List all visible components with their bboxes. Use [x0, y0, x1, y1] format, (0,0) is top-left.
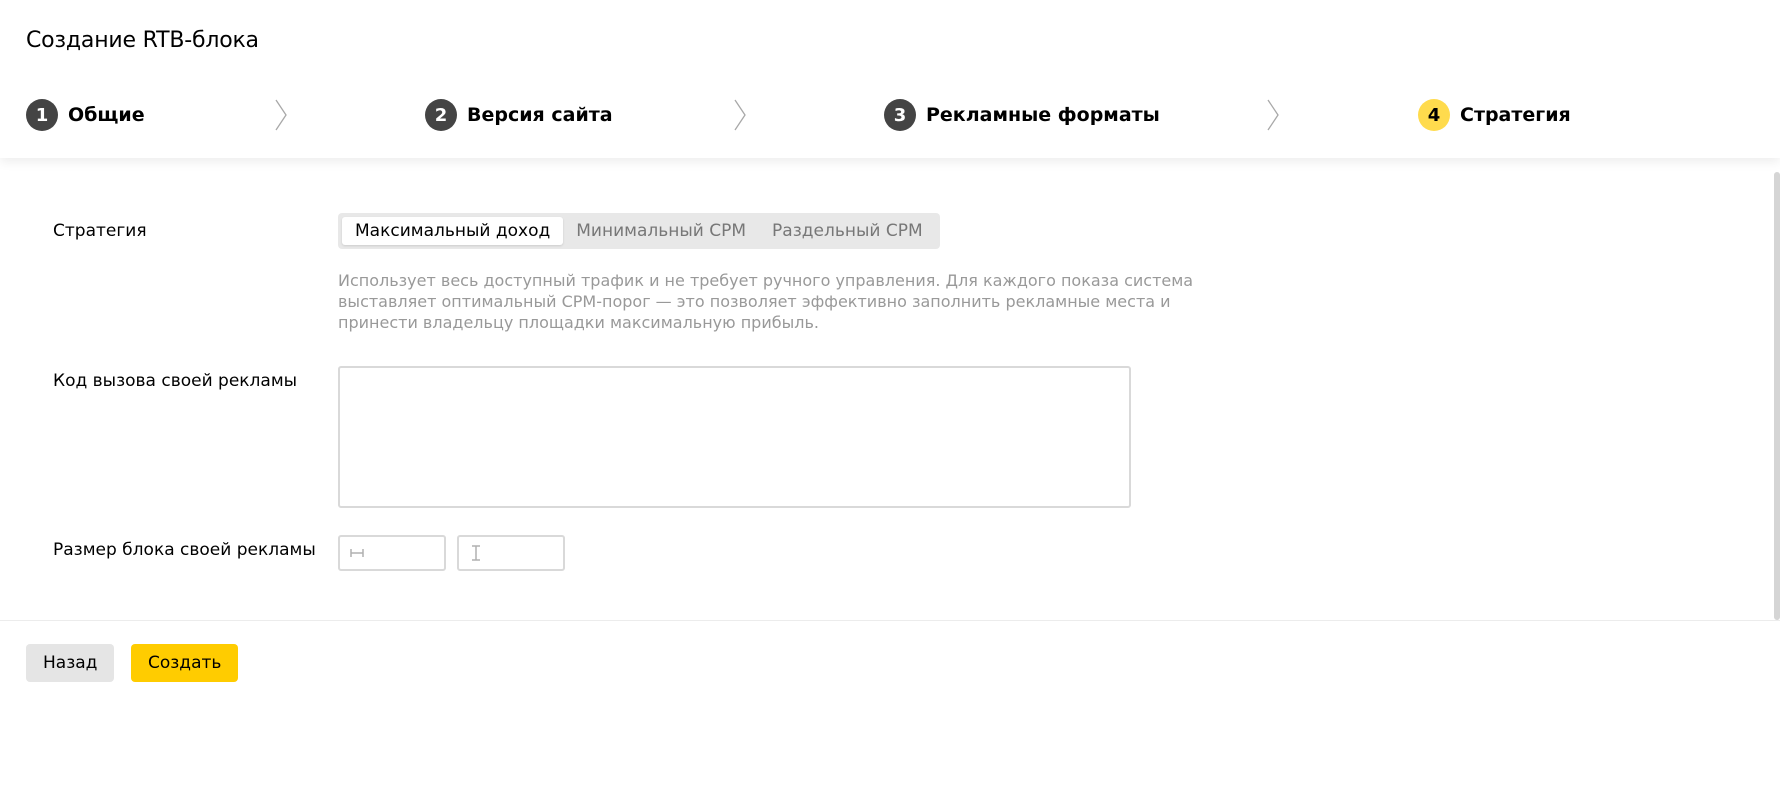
back-button[interactable]: Назад	[26, 644, 115, 682]
chevron-right-icon	[734, 99, 746, 131]
strategy-description: Использует весь доступный трафик и не тр…	[338, 271, 1194, 332]
step-label: Рекламные форматы	[926, 104, 1160, 126]
step-strategy[interactable]: 4 Стратегия	[1418, 99, 1571, 131]
scrollbar[interactable]	[1774, 172, 1780, 620]
step-label: Стратегия	[1460, 104, 1571, 126]
strategy-option-separate-cpm[interactable]: Раздельный CPM	[759, 217, 936, 245]
page-title: Создание RTB-блока	[26, 28, 259, 53]
ad-height-field[interactable]	[457, 535, 565, 571]
ad-width-input[interactable]	[370, 537, 444, 571]
step-general[interactable]: 1 Общие	[26, 99, 145, 131]
ad-code-textarea[interactable]	[338, 366, 1131, 508]
footer-divider	[0, 620, 1780, 621]
strategy-option-max-revenue[interactable]: Максимальный доход	[342, 217, 564, 245]
ad-size-label: Размер блока своей рекламы	[53, 540, 316, 560]
chevron-right-icon	[1267, 99, 1279, 131]
strategy-label: Стратегия	[53, 221, 147, 241]
ad-height-input[interactable]	[489, 537, 563, 571]
step-number: 4	[1418, 99, 1450, 131]
strategy-option-min-cpm[interactable]: Минимальный CPM	[563, 217, 759, 245]
ad-width-field[interactable]	[338, 535, 446, 571]
strategy-radio-group: Максимальный доход Минимальный CPM Разде…	[338, 213, 940, 249]
step-label: Версия сайта	[467, 104, 613, 126]
height-cursor-icon	[472, 545, 480, 561]
step-ad-formats[interactable]: 3 Рекламные форматы	[884, 99, 1160, 131]
step-label: Общие	[68, 104, 145, 126]
width-arrows-icon	[350, 549, 364, 557]
page-header: Создание RTB-блока 1 Общие 2 Версия сайт…	[0, 0, 1780, 158]
create-button[interactable]: Создать	[131, 644, 239, 682]
step-site-version[interactable]: 2 Версия сайта	[425, 99, 613, 131]
chevron-right-icon	[275, 99, 287, 131]
step-number: 3	[884, 99, 916, 131]
ad-code-label: Код вызова своей рекламы	[53, 371, 298, 391]
step-number: 2	[425, 99, 457, 131]
step-number: 1	[26, 99, 58, 131]
